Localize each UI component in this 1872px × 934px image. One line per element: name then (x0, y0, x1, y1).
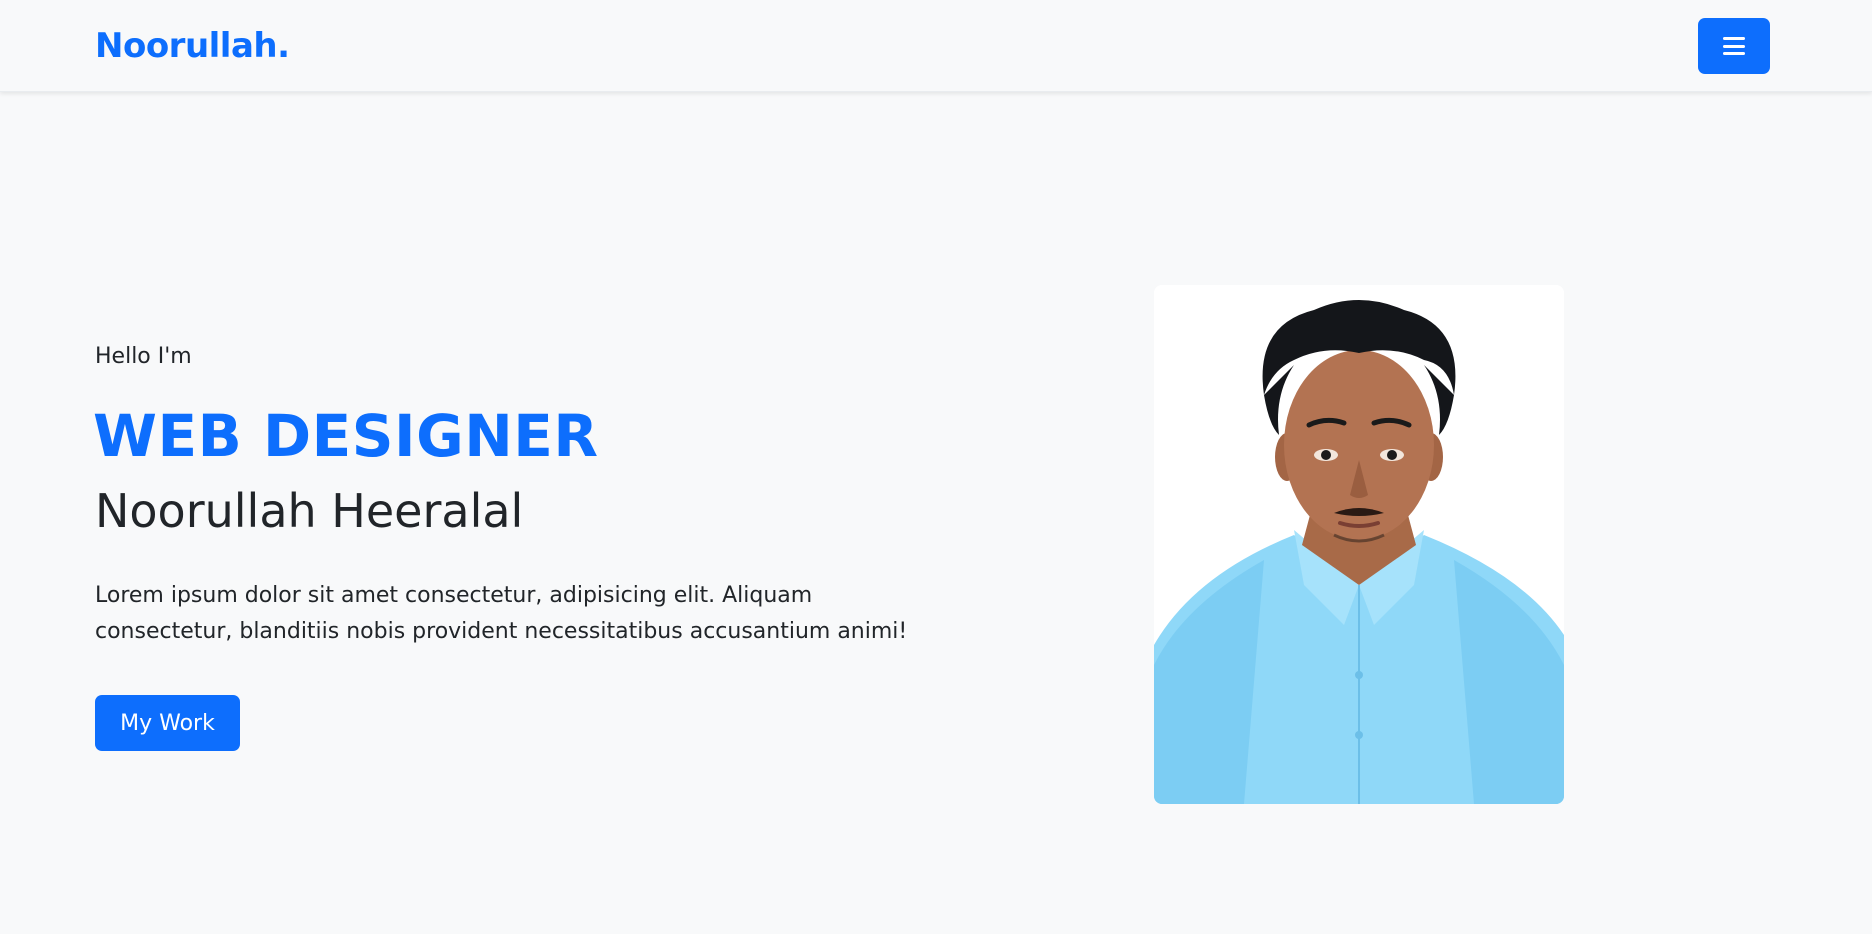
role-heading: WEB DESIGNER (93, 402, 599, 470)
greeting-text: Hello I'm (95, 344, 192, 369)
my-work-button[interactable]: My Work (95, 695, 240, 751)
menu-toggle-button[interactable] (1698, 18, 1770, 74)
hamburger-menu-icon (1723, 37, 1745, 55)
brand-logo[interactable]: Noorullah. (95, 26, 290, 66)
portrait-illustration (1154, 285, 1564, 804)
profile-photo (1154, 285, 1564, 804)
name-heading: Noorullah Heeralal (95, 484, 524, 538)
navbar: Noorullah. (0, 0, 1872, 92)
hero-description: Lorem ipsum dolor sit amet consectetur, … (95, 583, 908, 644)
